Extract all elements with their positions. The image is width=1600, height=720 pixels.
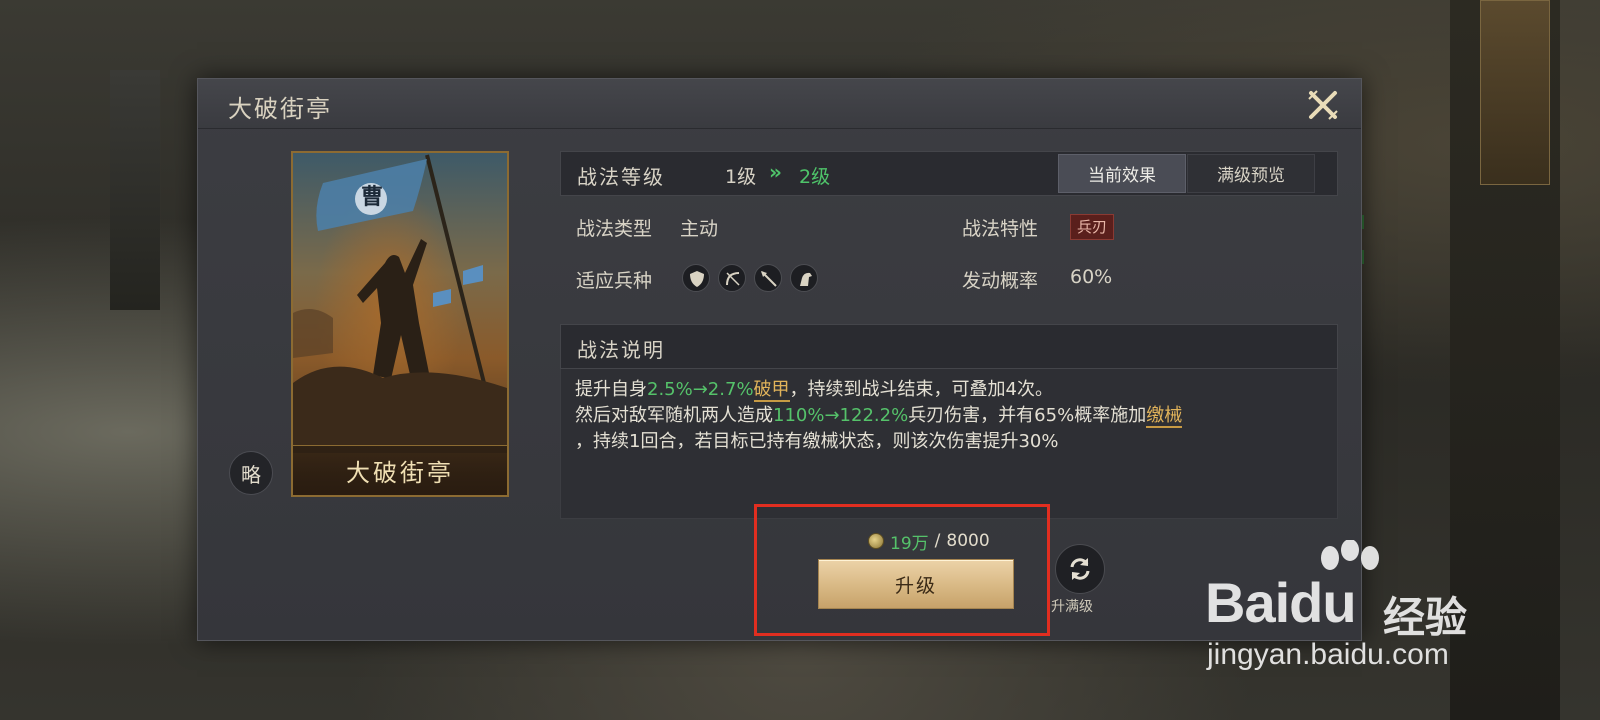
level-from: 1级 — [725, 166, 757, 188]
armor-break-keyword[interactable]: 破甲 — [753, 379, 790, 402]
type-value: 主动 — [680, 218, 719, 240]
type-label: 战法类型 — [576, 218, 653, 240]
watermark-url: jingyan.baidu.com — [1207, 638, 1449, 671]
description-line-1: 提升自身2.5%→2.7%破甲，持续到战斗结束，可叠加4次。 — [575, 377, 1323, 403]
tactic-stats: 战法类型 主动 战法特性 兵刃 适应兵种 发动概率 60% — [560, 204, 1338, 314]
desc-text: 然后对敌军随机两人造成 — [575, 405, 773, 426]
tab-current-effect[interactable]: 当前效果 — [1058, 154, 1186, 193]
description-title: 战法说明 — [577, 338, 665, 362]
banner-character: 曹 — [360, 185, 383, 210]
level-to: 2级 — [799, 166, 831, 188]
description-line-3: ，持续1回合，若目标已持有缴械状态，则该次伤害提升30% — [575, 431, 1059, 452]
desc-text: ，持续到战斗结束，可叠加4次。 — [789, 379, 1053, 400]
tactic-card: 曹 大破街亭 — [291, 151, 509, 497]
damage-value: 110%→122.2% — [773, 405, 909, 426]
card-name: 大破街亭 — [293, 445, 507, 495]
refresh-icon — [1070, 558, 1090, 580]
level-arrow-icon: » — [769, 160, 782, 184]
horse-icon — [790, 264, 818, 292]
level-bar: 战法等级 1级 » 2级 当前效果 满级预览 — [560, 151, 1338, 196]
faction-badge[interactable]: 略 — [229, 451, 273, 495]
tab-max-preview[interactable]: 满级预览 — [1187, 154, 1315, 193]
baidu-watermark: Baidu 经验 jingyan.baidu.com — [1205, 540, 1505, 680]
description-header: 战法说明 — [560, 324, 1338, 369]
annotation-highlight-box — [754, 504, 1050, 636]
chance-value: 60% — [1070, 266, 1113, 288]
bow-icon — [718, 264, 746, 292]
background-scroll — [1480, 0, 1550, 185]
max-level-label: 升满级 — [1051, 599, 1093, 615]
armor-break-value: 2.5%→2.7% — [647, 379, 754, 400]
description-line-2: 然后对敌军随机两人造成110%→122.2%兵刃伤害，并有65%概率施加缴械 — [575, 403, 1323, 429]
desc-text: 提升自身 — [575, 379, 647, 400]
dialog-title: 大破街亭 — [228, 95, 332, 123]
background-panel-left — [110, 70, 160, 310]
chance-label: 发动概率 — [962, 270, 1039, 292]
crossed-swords-close-icon — [1308, 90, 1338, 120]
desc-text: 兵刃伤害，并有65%概率施加 — [908, 405, 1147, 426]
watermark-logo: Baidu — [1205, 571, 1357, 634]
trait-label: 战法特性 — [962, 218, 1039, 240]
dialog-header: 大破街亭 — [198, 79, 1361, 129]
close-button[interactable] — [1305, 87, 1341, 123]
description-body: 提升自身2.5%→2.7%破甲，持续到战斗结束，可叠加4次。 然后对敌军随机两人… — [560, 369, 1338, 519]
general-artwork — [293, 154, 507, 453]
shield-icon — [682, 264, 710, 292]
disarm-keyword[interactable]: 缴械 — [1146, 405, 1183, 428]
troops-label: 适应兵种 — [576, 270, 653, 292]
watermark-cn: 经验 — [1383, 593, 1468, 642]
spear-icon — [754, 264, 782, 292]
max-level-button[interactable] — [1055, 544, 1105, 594]
level-label: 战法等级 — [577, 165, 665, 189]
trait-badge: 兵刃 — [1070, 214, 1115, 240]
